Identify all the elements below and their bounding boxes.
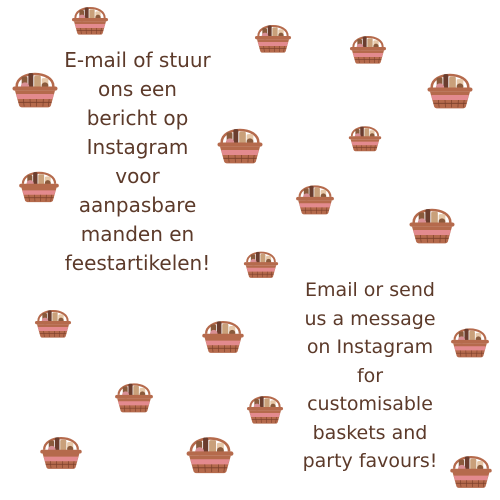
gift-basket-icon [39, 436, 83, 471]
gift-basket-icon [114, 382, 154, 414]
gift-basket-icon [11, 71, 59, 109]
gift-basket-icon [450, 327, 490, 359]
gift-basket-icon [295, 184, 335, 216]
gift-basket-icon [254, 24, 292, 54]
gift-basket-icon [242, 251, 280, 279]
gift-basket-icon [201, 320, 245, 355]
gift-basket-icon [246, 395, 284, 425]
gift-basket-icon [449, 455, 493, 490]
gift-basket-icon [426, 72, 474, 110]
gift-basket-icon [349, 35, 387, 65]
gift-basket-icon [71, 6, 109, 36]
gift-basket-icon [185, 436, 235, 475]
gift-basket-icon [34, 309, 72, 339]
gift-basket-icon [18, 170, 60, 204]
gift-basket-icon [216, 127, 264, 165]
dutch-message: E-mail of stuur ons een bericht op Insta… [64, 48, 211, 275]
english-message: Email or send us a message on Instagram … [302, 279, 438, 472]
gift-basket-icon [408, 207, 456, 245]
gift-basket-icon [347, 125, 383, 153]
